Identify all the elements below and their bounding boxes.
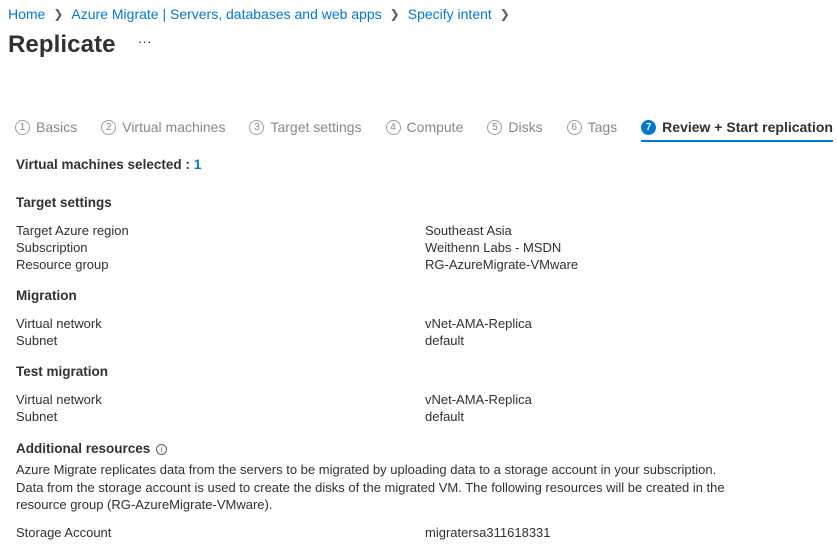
replicate-page: Home ❯ Azure Migrate | Servers, database… xyxy=(0,0,837,544)
tab-disks[interactable]: 5 Disks xyxy=(487,114,543,140)
step-number-badge: 6 xyxy=(566,119,582,135)
row-value: Weithenn Labs - MSDN xyxy=(425,240,562,255)
step-number-badge: 4 xyxy=(385,119,401,135)
section-title-target-settings: Target settings xyxy=(16,195,112,210)
row-value: migratersa311618331 xyxy=(425,525,551,540)
tab-tags[interactable]: 6 Tags xyxy=(566,114,618,140)
row-value: vNet-AMA-Replica xyxy=(425,316,532,331)
tab-label: Review + Start replication xyxy=(662,119,833,135)
row-value: default xyxy=(425,333,465,348)
row-label: Target Azure region xyxy=(16,223,129,238)
tab-review-start-replication[interactable]: 7 Review + Start replication xyxy=(641,114,833,142)
section-title-additional-resources: Additional resources i xyxy=(16,441,168,456)
step-number-badge: 1 xyxy=(15,119,30,135)
section-title-test-migration: Test migration xyxy=(16,364,109,379)
step-number-badge: 7 xyxy=(641,119,657,135)
wizard-tabs: 1 Basics 2 Virtual machines 3 Target set… xyxy=(15,114,833,142)
step-number-badge: 5 xyxy=(487,119,503,135)
title-row: Replicate ··· xyxy=(8,31,152,59)
tab-basics[interactable]: 1 Basics xyxy=(15,114,77,140)
tab-compute[interactable]: 4 Compute xyxy=(385,114,464,140)
tab-virtual-machines[interactable]: 2 Virtual machines xyxy=(101,114,225,140)
row-label: Subnet xyxy=(16,333,58,348)
additional-resources-description: Azure Migrate replicates data from the s… xyxy=(16,462,725,512)
breadcrumb: Home ❯ Azure Migrate | Servers, database… xyxy=(8,5,518,23)
info-icon[interactable]: i xyxy=(156,444,168,455)
step-number-badge: 2 xyxy=(101,119,117,135)
row-value: vNet-AMA-Replica xyxy=(425,392,532,407)
tab-label: Basics xyxy=(36,119,78,135)
row-value: default xyxy=(425,409,465,424)
section-title-text: Additional resources xyxy=(16,441,151,456)
tab-label: Virtual machines xyxy=(122,119,226,135)
row-label: Subscription xyxy=(16,240,88,255)
chevron-right-icon: ❯ xyxy=(499,7,510,21)
row-label: Virtual network xyxy=(16,392,102,407)
breadcrumb-home[interactable]: Home xyxy=(8,5,45,23)
tab-label: Compute xyxy=(406,119,464,135)
chevron-right-icon: ❯ xyxy=(389,7,400,21)
row-label: Subnet xyxy=(16,409,58,424)
breadcrumb-azure-migrate[interactable]: Azure Migrate | Servers, databases and w… xyxy=(71,5,381,23)
page-title: Replicate xyxy=(8,31,116,58)
row-label: Storage Account xyxy=(16,525,112,540)
step-number-badge: 3 xyxy=(249,119,265,135)
row-label: Virtual network xyxy=(16,316,102,331)
section-title-migration: Migration xyxy=(16,288,77,303)
vm-selected-count[interactable]: 1 xyxy=(194,157,202,172)
vm-selected-label: Virtual machines selected : xyxy=(16,157,190,172)
breadcrumb-specify-intent[interactable]: Specify intent xyxy=(408,5,492,23)
row-value: Southeast Asia xyxy=(425,223,512,238)
vm-selected-row: Virtual machines selected : 1 xyxy=(16,157,831,172)
tab-target-settings[interactable]: 3 Target settings xyxy=(249,114,362,140)
row-value: RG-AzureMigrate-VMware xyxy=(425,257,579,272)
row-label: Resource group xyxy=(16,257,109,272)
tab-label: Disks xyxy=(508,119,543,135)
chevron-right-icon: ❯ xyxy=(53,7,64,21)
tab-label: Tags xyxy=(587,119,618,135)
tab-label: Target settings xyxy=(270,119,362,135)
more-options-icon[interactable]: ··· xyxy=(138,33,152,49)
